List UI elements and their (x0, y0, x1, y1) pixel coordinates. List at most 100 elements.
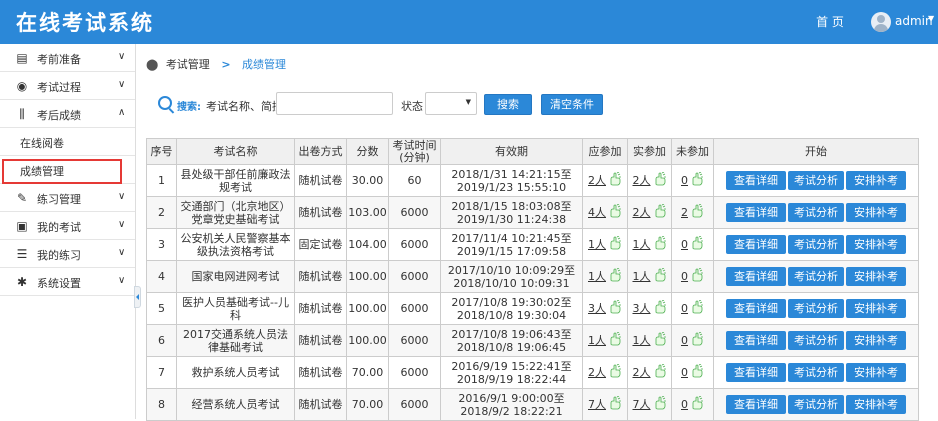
cell-mode: 随机试卷 (294, 356, 347, 389)
cell-mode: 随机试卷 (294, 324, 347, 357)
absent-link[interactable]: 0 (681, 364, 704, 379)
exam-analysis-button[interactable]: 考试分析 (788, 363, 844, 382)
actual-attend-link[interactable]: 7人 (633, 396, 667, 411)
actual-attend-link[interactable]: 2人 (633, 172, 667, 187)
arrange-makeup-button[interactable]: 安排补考 (846, 203, 906, 222)
chevron-down-icon: ∨ (118, 79, 126, 90)
user-menu[interactable]: admin ▼ (866, 0, 938, 44)
actual-attend-link[interactable]: 2人 (632, 364, 667, 379)
should-attend-link[interactable]: 1人 (588, 268, 622, 283)
actual-attend-count: 1人 (632, 270, 651, 283)
should-attend-link[interactable]: 1人 (588, 332, 622, 347)
sidebar-item[interactable]: ▣ 我的考试 ∨ (0, 212, 135, 240)
actual-attend-link[interactable]: 1人 (633, 332, 667, 347)
gear-icon: ✱ (16, 275, 28, 289)
cell-score: 104.00 (346, 228, 389, 261)
cell-time: 6000 (388, 196, 441, 229)
sidebar-collapse-handle[interactable] (134, 286, 141, 308)
sidebar: ▤ 考前准备 ∨ ◉ 考试过程 ∨ ⫼ 考后成绩 ∧ 在线阅卷 成绩管理 ✎ 练习管理 ∨ ▣ 我的考试 ∨ ☰ 我… (0, 44, 136, 419)
view-details-button[interactable]: 查看详细 (726, 171, 786, 190)
arrange-makeup-button[interactable]: 安排补考 (846, 171, 906, 190)
exam-name-input[interactable] (276, 92, 393, 115)
status-select[interactable] (425, 92, 477, 115)
search-label: 搜索: (177, 102, 201, 113)
view-details-button[interactable]: 查看详细 (726, 267, 786, 286)
sidebar-item-label: 考试过程 (37, 81, 81, 94)
exam-analysis-button[interactable]: 考试分析 (788, 299, 844, 318)
arrange-makeup-button[interactable]: 安排补考 (846, 331, 906, 350)
sidebar-item[interactable]: ✱ 系统设置 ∨ (0, 268, 135, 296)
arrange-makeup-button[interactable]: 安排补考 (846, 235, 906, 254)
cell-period: 2016/9/1 9:00:00至2018/9/2 18:22:21 (440, 388, 583, 421)
sidebar-subitem-online-grading[interactable]: 在线阅卷 (0, 128, 135, 156)
absent-link[interactable]: 0 (681, 332, 704, 347)
sidebar-item[interactable]: ☰ 我的练习 ∨ (0, 240, 135, 268)
absent-count: 0 (681, 270, 688, 283)
hand-pointer-icon (692, 268, 703, 282)
absent-link[interactable]: 0 (681, 268, 704, 283)
clear-filters-button[interactable]: 清空条件 (541, 94, 603, 115)
exam-analysis-button[interactable]: 考试分析 (788, 235, 844, 254)
should-attend-link[interactable]: 7人 (588, 396, 622, 411)
should-attend-link[interactable]: 2人 (588, 364, 622, 379)
sidebar-item[interactable]: ⫼ 考后成绩 ∧ (0, 100, 135, 128)
hand-pointer-icon (610, 268, 621, 282)
should-attend-link[interactable]: 4人 (588, 204, 622, 219)
home-link[interactable]: 首 页 (802, 0, 858, 44)
period-text: 2017/11/4 10:21:45至2019/1/15 17:09:58 (451, 231, 572, 258)
table-header-row: 序号 考试名称 出卷方式 分数 考试时间 (分钟) 有效期 应参加 实参加 未参加 开始 (146, 138, 919, 165)
hand-pointer-icon (655, 204, 666, 218)
breadcrumb-parent[interactable]: 考试管理 (166, 58, 210, 71)
chevron-up-icon: ∧ (118, 107, 126, 118)
absent-count: 0 (681, 334, 688, 347)
breadcrumb-separator: > (221, 58, 231, 71)
cell-absent: 2 (671, 196, 714, 229)
exam-analysis-button[interactable]: 考试分析 (788, 267, 844, 286)
table-row: 8 经营系统人员考试 随机试卷 70.00 6000 2016/9/1 9:00:00至2… (146, 388, 919, 421)
cell-actions: 查看详细 考试分析 安排补考 (713, 228, 919, 261)
exam-analysis-button[interactable]: 考试分析 (788, 395, 844, 414)
view-details-button[interactable]: 查看详细 (726, 363, 786, 382)
view-details-button[interactable]: 查看详细 (726, 331, 786, 350)
view-details-button[interactable]: 查看详细 (726, 235, 786, 254)
absent-link[interactable]: 0 (681, 396, 704, 411)
view-details-button[interactable]: 查看详细 (726, 395, 786, 414)
absent-count: 0 (681, 398, 688, 411)
should-attend-link[interactable]: 1人 (588, 236, 622, 251)
absent-link[interactable]: 0 (681, 172, 704, 187)
cell-mode: 随机试卷 (294, 196, 347, 229)
absent-link[interactable]: 2 (681, 204, 704, 219)
should-attend-link[interactable]: 2人 (588, 172, 622, 187)
arrange-makeup-button[interactable]: 安排补考 (846, 363, 906, 382)
absent-link[interactable]: 0 (681, 300, 704, 315)
cell-absent: 0 (671, 260, 714, 293)
cell-exam-name: 公安机关人民警察基本级执法资格考试 (176, 228, 295, 261)
period-text: 2017/10/10 10:09:29至2018/10/10 10:09:31 (447, 263, 576, 290)
absent-link[interactable]: 0 (681, 236, 704, 251)
arrange-makeup-button[interactable]: 安排补考 (846, 299, 906, 318)
actual-attend-link[interactable]: 1人 (633, 236, 667, 251)
arrange-makeup-button[interactable]: 安排补考 (846, 395, 906, 414)
cell-time: 6000 (388, 388, 441, 421)
actual-attend-count: 2人 (632, 366, 651, 379)
exam-analysis-button[interactable]: 考试分析 (788, 331, 844, 350)
absent-count: 0 (681, 302, 688, 315)
cell-period: 2017/10/8 19:30:02至2018/10/8 19:30:04 (440, 292, 583, 325)
exam-analysis-button[interactable]: 考试分析 (788, 171, 844, 190)
breadcrumb: ⬤ 考试管理 > 成绩管理 (146, 56, 286, 72)
sidebar-item[interactable]: ✎ 练习管理 ∨ (0, 184, 135, 212)
arrange-makeup-button[interactable]: 安排补考 (846, 267, 906, 286)
cell-time: 6000 (388, 324, 441, 357)
exam-analysis-button[interactable]: 考试分析 (788, 203, 844, 222)
view-details-button[interactable]: 查看详细 (726, 299, 786, 318)
actual-attend-link[interactable]: 1人 (632, 268, 667, 283)
cell-period: 2017/11/4 10:21:45至2019/1/15 17:09:58 (440, 228, 583, 261)
should-attend-link[interactable]: 3人 (588, 300, 622, 315)
cell-should-attend: 1人 (582, 260, 628, 293)
sidebar-item[interactable]: ▤ 考前准备 ∨ (0, 44, 135, 72)
sidebar-item[interactable]: ◉ 考试过程 ∨ (0, 72, 135, 100)
search-button[interactable]: 搜索 (484, 94, 532, 115)
actual-attend-link[interactable]: 3人 (633, 300, 667, 315)
actual-attend-link[interactable]: 2人 (633, 204, 667, 219)
view-details-button[interactable]: 查看详细 (726, 203, 786, 222)
